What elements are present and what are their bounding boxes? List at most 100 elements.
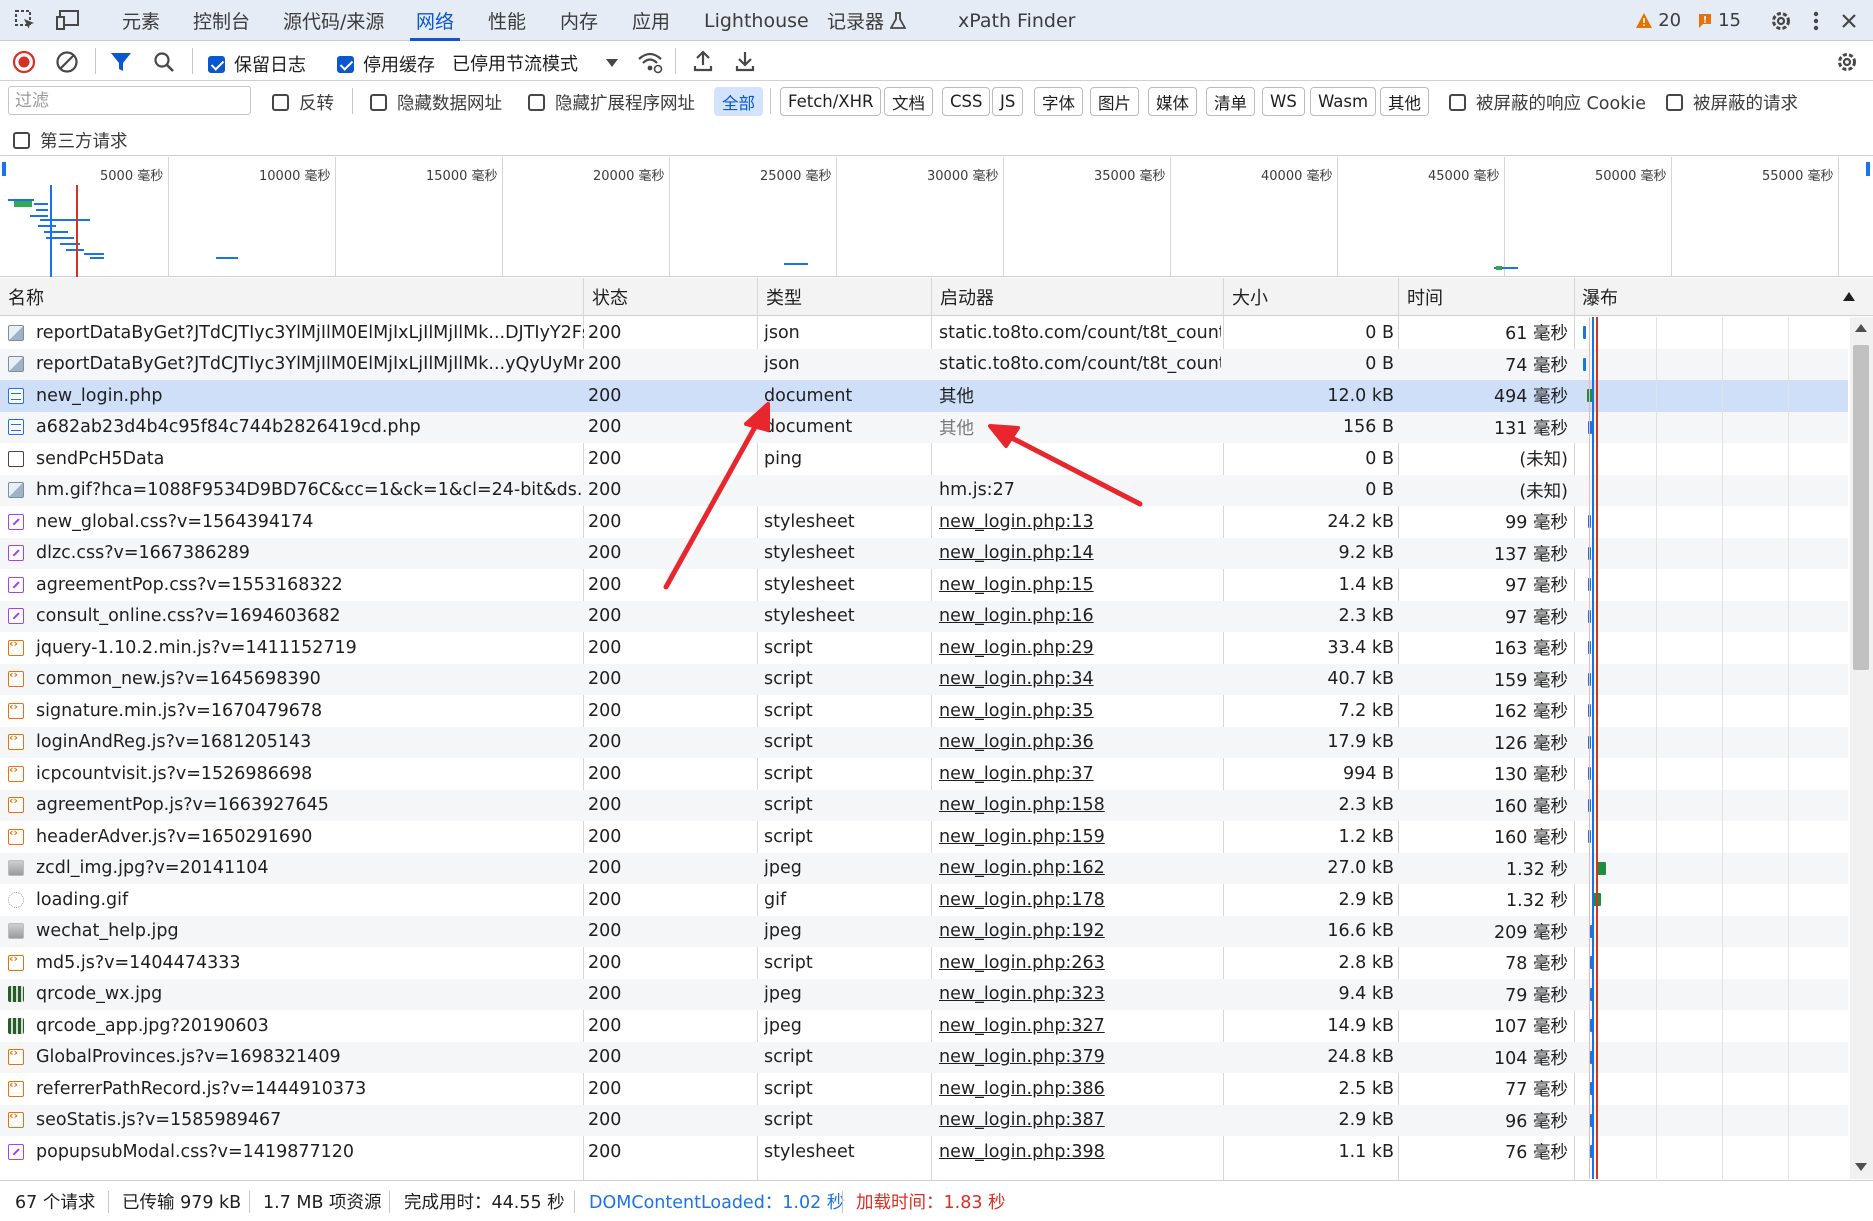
tab-elements[interactable]: 元素: [122, 0, 160, 41]
request-initiator[interactable]: new_login.php:379: [939, 1047, 1105, 1067]
table-row[interactable]: agreementPop.js?v=1663927645 200 script new…: [0, 789, 1848, 822]
stop-recording-icon[interactable]: [12, 50, 36, 74]
tab-lighthouse[interactable]: Lighthouse: [704, 0, 809, 41]
throttling-select[interactable]: 已停用节流模式: [452, 50, 618, 76]
request-initiator[interactable]: new_login.php:192: [939, 921, 1105, 941]
table-row[interactable]: seoStatis.js?v=1585989467 200 script new_lo…: [0, 1104, 1848, 1137]
table-row[interactable]: a682ab23d4b4c95f84c744b2826419cd.php 200 d…: [0, 411, 1848, 443]
device-toolbar-icon[interactable]: [55, 8, 81, 32]
hide-data-urls-check[interactable]: [370, 94, 387, 111]
request-initiator[interactable]: new_login.php:178: [939, 890, 1105, 910]
request-name-cell[interactable]: md5.js?v=1404474333: [8, 947, 584, 979]
request-name-cell[interactable]: common_new.js?v=1645698390: [8, 664, 584, 696]
preserve-log-check[interactable]: [208, 55, 225, 73]
table-row[interactable]: referrerPathRecord.js?v=1444910373 200 scr…: [0, 1073, 1848, 1105]
request-initiator[interactable]: new_login.php:159: [939, 827, 1105, 847]
request-name-cell[interactable]: qrcode_wx.jpg: [8, 979, 584, 1011]
filter-funnel-icon[interactable]: [110, 51, 132, 73]
filter-type-other[interactable]: 其他: [1380, 87, 1429, 116]
table-row[interactable]: zcdl_img.jpg?v=20141104 200 jpeg new_login.…: [0, 852, 1848, 884]
request-name-cell[interactable]: new_login.php: [8, 380, 584, 412]
request-name-cell[interactable]: popupsubModal.css?v=1419877120: [8, 1136, 584, 1168]
tab-performance[interactable]: 性能: [488, 0, 526, 41]
tab-memory[interactable]: 内存: [560, 0, 598, 41]
table-row[interactable]: hm.gif?hca=1088F9534D9BD76C&cc=1&ck=1&cl…: [0, 474, 1848, 507]
table-row[interactable]: dlzc.css?v=1667386289 200 stylesheet new_lo…: [0, 537, 1848, 570]
invert-checkbox[interactable]: 反转: [272, 90, 334, 115]
invert-check[interactable]: [272, 94, 289, 111]
filter-type-media[interactable]: 媒体: [1148, 87, 1197, 116]
request-name-cell[interactable]: dlzc.css?v=1667386289: [8, 538, 584, 570]
table-row[interactable]: sendPcH5Data 200 ping 0 B (未知): [0, 443, 1848, 475]
scroll-up-arrow-icon[interactable]: [1855, 324, 1867, 332]
disable-cache-check[interactable]: [337, 55, 354, 73]
table-row[interactable]: loginAndReg.js?v=1681205143 200 script new_…: [0, 726, 1848, 758]
waterfall-bar[interactable]: [1583, 326, 1586, 339]
request-name-cell[interactable]: reportDataByGet?JTdCJTIyc3YlMjIlM0ElMjIx…: [8, 349, 584, 381]
request-initiator[interactable]: new_login.php:35: [939, 701, 1094, 721]
column-header-waterfall[interactable]: 瀑布: [1574, 278, 1844, 316]
disable-cache-checkbox[interactable]: 停用缓存: [337, 51, 435, 77]
table-row[interactable]: agreementPop.css?v=1553168322 200 styleshe…: [0, 569, 1848, 601]
tab-sources[interactable]: 源代码/来源: [283, 0, 384, 41]
request-name-cell[interactable]: hm.gif?hca=1088F9534D9BD76C&cc=1&ck=1&cl…: [8, 475, 584, 507]
request-initiator[interactable]: new_login.php:14: [939, 543, 1094, 563]
table-row[interactable]: headerAdver.js?v=1650291690 200 script new_…: [0, 821, 1848, 853]
filter-type-font[interactable]: 字体: [1034, 87, 1083, 116]
hide-extension-urls-checkbox[interactable]: 隐藏扩展程序网址: [528, 90, 695, 115]
request-initiator[interactable]: new_login.php:162: [939, 858, 1105, 878]
request-name-cell[interactable]: headerAdver.js?v=1650291690: [8, 821, 584, 853]
third-party-check[interactable]: [13, 132, 30, 149]
filter-type-img[interactable]: 图片: [1090, 87, 1139, 116]
request-name-cell[interactable]: consult_online.css?v=1694603682: [8, 601, 584, 633]
hide-extension-urls-check[interactable]: [528, 94, 545, 111]
request-initiator[interactable]: new_login.php:327: [939, 1016, 1105, 1036]
request-name-cell[interactable]: sendPcH5Data: [8, 443, 584, 475]
column-header-type[interactable]: 类型: [758, 278, 932, 316]
overview-timeline[interactable]: 5000 毫秒 10000 毫秒 15000 毫秒 20000 毫秒 25000…: [0, 157, 1873, 277]
scroll-down-arrow-icon[interactable]: [1855, 1163, 1867, 1171]
search-icon[interactable]: [153, 51, 175, 73]
tab-network[interactable]: 网络: [409, 0, 461, 41]
overview-right-handle[interactable]: [1866, 162, 1870, 176]
table-row[interactable]: md5.js?v=1404474333 200 script new_login.ph…: [0, 947, 1848, 979]
tab-recorder[interactable]: 记录器: [827, 0, 907, 41]
filter-type-fetch-xhr[interactable]: Fetch/XHR: [780, 87, 882, 116]
request-initiator[interactable]: new_login.php:36: [939, 732, 1094, 752]
blocked-requests-checkbox[interactable]: 被屏蔽的请求: [1666, 90, 1798, 115]
column-header-initiator[interactable]: 启动器: [932, 278, 1224, 316]
request-name-cell[interactable]: agreementPop.css?v=1553168322: [8, 569, 584, 601]
inspect-element-icon[interactable]: [13, 8, 37, 32]
table-row[interactable]: loading.gif 200 gif new_login.php:178 2.9 kB…: [0, 884, 1848, 916]
table-row[interactable]: qrcode_wx.jpg 200 jpeg new_login.php:323 9.4…: [0, 978, 1848, 1011]
blocked-cookies-checkbox[interactable]: 被屏蔽的响应 Cookie: [1449, 90, 1646, 115]
table-row[interactable]: qrcode_app.jpg?20190603 200 jpeg new_login.…: [0, 1010, 1848, 1042]
request-initiator[interactable]: new_login.php:158: [939, 795, 1105, 815]
table-row[interactable]: GlobalProvinces.js?v=1698321409 200 script…: [0, 1041, 1848, 1073]
request-name-cell[interactable]: referrerPathRecord.js?v=1444910373: [8, 1073, 584, 1105]
request-initiator[interactable]: new_login.php:386: [939, 1079, 1105, 1099]
clear-icon[interactable]: [55, 50, 79, 74]
request-name-cell[interactable]: agreementPop.js?v=1663927645: [8, 790, 584, 822]
table-row[interactable]: reportDataByGet?JTdCJTIyc3YlMjIlM0ElMjIx…: [0, 317, 1848, 349]
request-name-cell[interactable]: loading.gif: [8, 884, 584, 916]
blocked-cookies-check[interactable]: [1449, 94, 1466, 111]
network-settings-gear-icon[interactable]: [1835, 50, 1859, 74]
settings-gear-icon[interactable]: [1769, 9, 1793, 33]
overview-left-handle[interactable]: [2, 162, 6, 176]
filter-type-js[interactable]: JS: [992, 87, 1024, 116]
preserve-log-checkbox[interactable]: 保留日志: [208, 51, 306, 77]
filter-input[interactable]: [8, 86, 251, 115]
table-row[interactable]: new_global.css?v=1564394174 200 stylesheet…: [0, 506, 1848, 538]
request-name-cell[interactable]: reportDataByGet?JTdCJTIyc3YlMjIlM0ElMjIx…: [8, 317, 584, 349]
table-row[interactable]: common_new.js?v=1645698390 200 script new_l…: [0, 663, 1848, 696]
blocked-requests-check[interactable]: [1666, 94, 1683, 111]
table-row[interactable]: signature.min.js?v=1670479678 200 script ne…: [0, 695, 1848, 727]
warnings-badge[interactable]: 20: [1635, 10, 1681, 31]
table-row[interactable]: popupsubModal.css?v=1419877120 200 stylesh…: [0, 1136, 1848, 1168]
sort-ascending-icon[interactable]: [1843, 292, 1855, 301]
table-row[interactable]: consult_online.css?v=1694603682 200 styles…: [0, 600, 1848, 633]
filter-type-doc[interactable]: 文档: [884, 87, 933, 116]
column-header-size[interactable]: 大小: [1224, 278, 1399, 316]
request-name-cell[interactable]: seoStatis.js?v=1585989467: [8, 1105, 584, 1137]
